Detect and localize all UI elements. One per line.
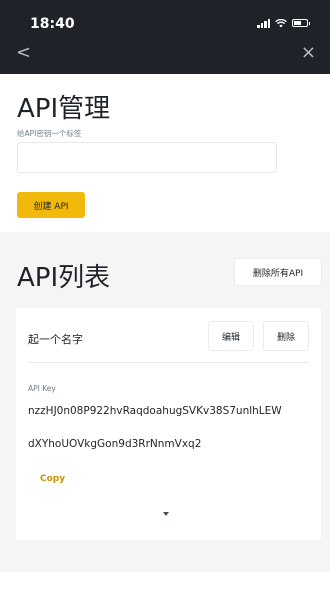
status-icons [257, 18, 310, 28]
battery-icon [292, 19, 310, 27]
api-label-caption: 给API密钥一个标签 [17, 129, 82, 138]
signal-icon [257, 18, 270, 28]
expand-arrow-icon[interactable] [163, 512, 169, 516]
wifi-icon [275, 18, 287, 27]
api-key-name: 起一个名字 [28, 333, 83, 346]
copy-button[interactable]: Copy [40, 474, 65, 484]
page-title: API管理 [17, 94, 111, 124]
back-icon[interactable]: < [16, 42, 31, 63]
top-bar: 18:40 < × [0, 0, 330, 74]
api-list-title: API列表 [17, 263, 111, 293]
edit-button[interactable]: 编辑 [208, 321, 254, 351]
api-label-input[interactable] [17, 142, 277, 173]
api-list-section: API列表 删除所有API 起一个名字 编辑 删除 API Key nzzHJ0… [0, 232, 330, 572]
create-api-button[interactable]: 创建 API [17, 192, 85, 218]
api-key-value-line1: nzzHJ0n08P922hvRaqdoahugSVKv38S7unlhLEW [28, 405, 282, 417]
api-key-label: API Key [28, 384, 56, 393]
status-time: 18:40 [30, 16, 75, 32]
delete-button[interactable]: 删除 [263, 321, 309, 351]
close-icon[interactable]: × [301, 42, 316, 63]
api-key-card: 起一个名字 编辑 删除 API Key nzzHJ0n08P922hvRaqdo… [16, 308, 321, 540]
delete-all-api-button[interactable]: 删除所有API [234, 258, 322, 286]
divider [28, 362, 309, 363]
api-key-value-line2: dXYhoUOVkgGon9d3RrNnmVxq2 [28, 438, 202, 450]
